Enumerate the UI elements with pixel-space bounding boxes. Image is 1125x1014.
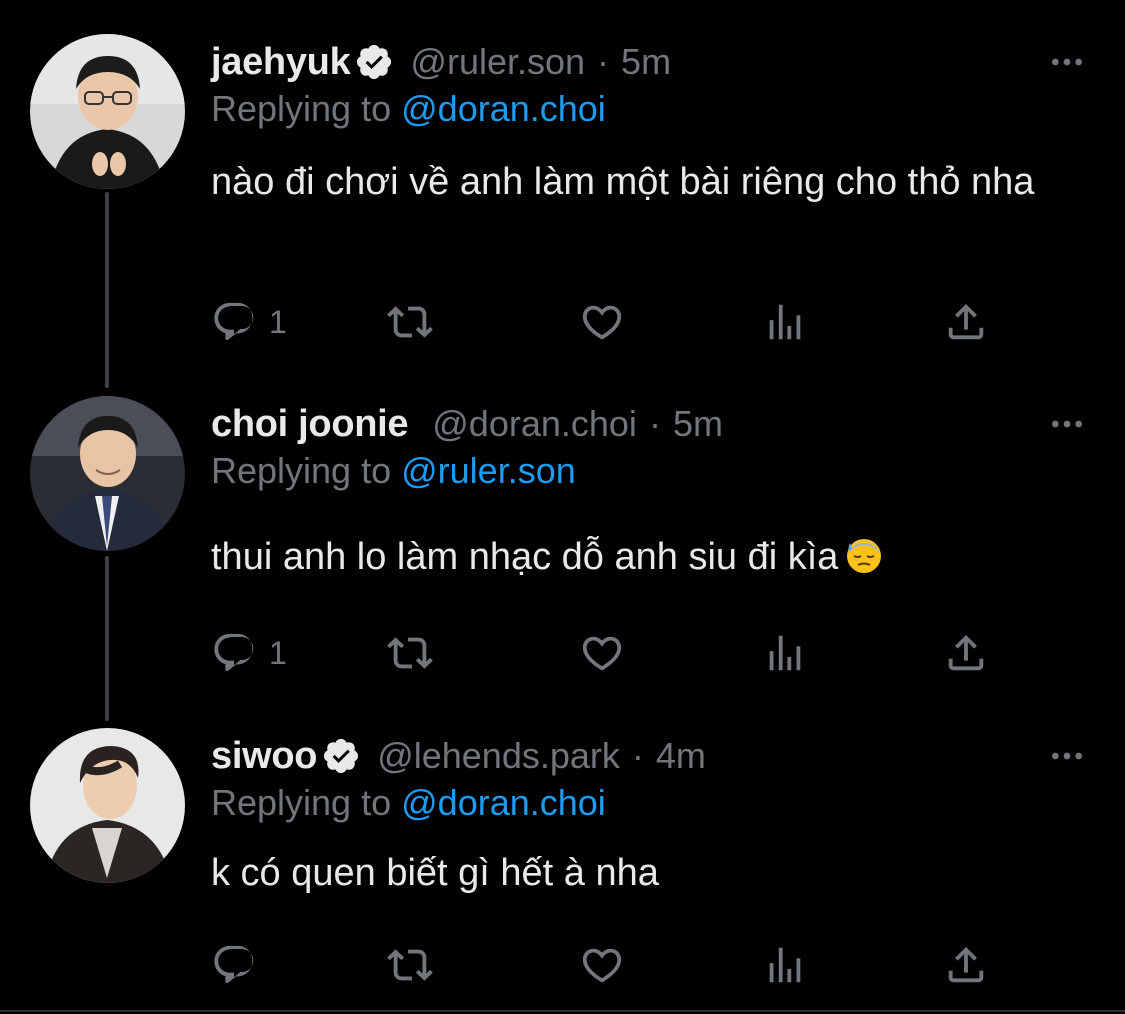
like-icon bbox=[582, 948, 622, 983]
replying-to-line: Replying to @ruler.son bbox=[211, 450, 576, 492]
timestamp[interactable]: 4m bbox=[656, 735, 706, 777]
retweet-button[interactable] bbox=[387, 297, 433, 347]
avatar[interactable] bbox=[30, 34, 185, 189]
reply-button[interactable]: 1 bbox=[211, 628, 287, 678]
views-button[interactable] bbox=[762, 628, 808, 678]
share-icon bbox=[948, 303, 984, 340]
verified-badge-icon bbox=[354, 42, 394, 82]
reply-icon bbox=[214, 633, 254, 672]
tweet-reply[interactable]: choi joonie @doran.choi · 5m Replying to… bbox=[0, 396, 1125, 696]
timestamp[interactable]: 5m bbox=[673, 403, 723, 445]
views-icon bbox=[769, 635, 801, 671]
replying-to-mention[interactable]: @ruler.son bbox=[401, 450, 576, 491]
divider bbox=[0, 1010, 1125, 1012]
tweet-reply[interactable]: jaehyuk @ruler.son · 5m Replying to @dor… bbox=[0, 34, 1125, 364]
reply-button[interactable] bbox=[211, 940, 269, 990]
like-button[interactable] bbox=[579, 940, 625, 990]
tweet-text: k có quen biết gì hết à nha bbox=[211, 848, 1071, 899]
tweet-actions: 1 bbox=[211, 628, 1011, 678]
like-button[interactable] bbox=[579, 297, 625, 347]
display-name[interactable]: jaehyuk bbox=[211, 41, 351, 84]
tweet-text-content: nào đi chơi về anh làm một bài riêng cho… bbox=[211, 161, 1035, 203]
downcast-face-with-sweat-icon bbox=[844, 535, 884, 575]
separator-dot: · bbox=[597, 41, 610, 82]
like-icon bbox=[582, 636, 622, 671]
replying-to-label: Replying to bbox=[211, 88, 392, 129]
replying-to-mention[interactable]: @doran.choi bbox=[401, 88, 606, 129]
more-icon[interactable] bbox=[1047, 42, 1087, 82]
like-button[interactable] bbox=[579, 628, 625, 678]
replying-to-line: Replying to @doran.choi bbox=[211, 782, 606, 824]
retweet-icon bbox=[387, 949, 433, 981]
tweet-text: nào đi chơi về anh làm một bài riêng cho… bbox=[211, 157, 1071, 208]
display-name[interactable]: choi joonie bbox=[211, 403, 409, 446]
user-handle[interactable]: @lehends.park bbox=[377, 735, 620, 777]
replying-to-line: Replying to @doran.choi bbox=[211, 88, 606, 130]
display-name[interactable]: siwoo bbox=[211, 735, 317, 778]
tweet-text: thui anh lo làm nhạc dỗ anh siu đi kìa bbox=[211, 532, 1071, 583]
tweet-text-content: thui anh lo làm nhạc dỗ anh siu đi kìa bbox=[211, 536, 839, 578]
retweet-button[interactable] bbox=[387, 940, 433, 990]
avatar[interactable] bbox=[30, 728, 185, 883]
retweet-icon bbox=[387, 306, 433, 338]
share-button[interactable] bbox=[943, 628, 989, 678]
replying-to-label: Replying to bbox=[211, 782, 392, 823]
reply-button[interactable]: 1 bbox=[211, 297, 287, 347]
tweet-reply[interactable]: siwoo @lehends.park · 4m Replying to @do… bbox=[0, 728, 1125, 998]
user-handle[interactable]: @ruler.son bbox=[410, 41, 585, 83]
more-icon[interactable] bbox=[1047, 736, 1087, 776]
tweet-header: siwoo @lehends.park · 4m bbox=[211, 728, 706, 784]
replying-to-mention[interactable]: @doran.choi bbox=[401, 782, 606, 823]
tweet-actions bbox=[211, 940, 1011, 990]
share-icon bbox=[948, 634, 984, 671]
views-button[interactable] bbox=[762, 297, 808, 347]
share-icon bbox=[948, 946, 984, 983]
user-handle[interactable]: @doran.choi bbox=[432, 403, 637, 445]
separator-dot: · bbox=[631, 735, 644, 776]
tweet-text-content: k có quen biết gì hết à nha bbox=[211, 852, 659, 894]
tweet-actions: 1 bbox=[211, 297, 1011, 347]
reply-icon bbox=[214, 302, 254, 341]
timestamp[interactable]: 5m bbox=[621, 41, 671, 83]
separator-dot: · bbox=[648, 403, 661, 444]
reply-icon bbox=[214, 945, 254, 984]
replying-to-label: Replying to bbox=[211, 450, 392, 491]
reply-count: 1 bbox=[269, 634, 287, 671]
avatar[interactable] bbox=[30, 396, 185, 551]
retweet-button[interactable] bbox=[387, 628, 433, 678]
views-icon bbox=[769, 304, 801, 340]
views-icon bbox=[769, 947, 801, 983]
more-icon[interactable] bbox=[1047, 404, 1087, 444]
views-button[interactable] bbox=[762, 940, 808, 990]
share-button[interactable] bbox=[943, 297, 989, 347]
retweet-icon bbox=[387, 637, 433, 669]
tweet-header: jaehyuk @ruler.son · 5m bbox=[211, 34, 671, 90]
like-icon bbox=[582, 305, 622, 340]
verified-badge-icon bbox=[321, 736, 361, 776]
tweet-header: choi joonie @doran.choi · 5m bbox=[211, 396, 723, 452]
share-button[interactable] bbox=[943, 940, 989, 990]
reply-count: 1 bbox=[269, 303, 287, 340]
